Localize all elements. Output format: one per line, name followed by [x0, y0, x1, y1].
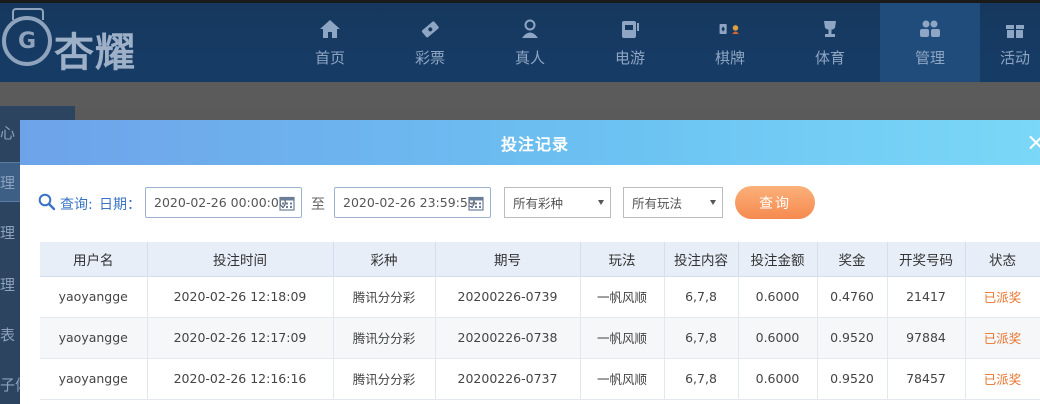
lottery-type-select[interactable]: 所有彩种 — [504, 187, 611, 218]
calendar-icon[interactable] — [468, 195, 484, 211]
bet-records-table: 用户名 投注时间 彩种 期号 玩法 投注内容 投注金额 奖金 开奖号码 状态 y… — [40, 242, 1040, 400]
gift-icon — [1004, 18, 1026, 40]
cell-bet-time: 2020-02-26 12:16:16 — [147, 358, 334, 400]
cell-draw-number: 21417 — [887, 276, 966, 318]
cell-issue: 20200226-0738 — [435, 317, 581, 359]
nav-label: 活动 — [999, 48, 1030, 67]
home-icon — [319, 18, 341, 40]
nav-label: 首页 — [314, 48, 345, 67]
main-nav: 首页 彩票 真人 电游 棋牌 体育 管理 活动 — [280, 3, 1040, 82]
cell-bet-time: 2020-02-26 12:17:09 — [147, 317, 334, 359]
cards-icon — [719, 18, 741, 40]
modal-header: 投注记录 × — [20, 120, 1040, 165]
column-header[interactable]: 投注时间 — [147, 242, 334, 277]
logo-emblem: G — [2, 16, 52, 66]
nav-item-lottery[interactable]: 彩票 — [380, 3, 480, 82]
close-icon[interactable]: × — [1022, 128, 1040, 156]
start-date-value: 2020-02-26 00:00:00 — [154, 195, 287, 210]
cell-content: 6,7,8 — [664, 317, 739, 359]
status-badge: 已派奖 — [965, 317, 1040, 359]
nav-item-live[interactable]: 真人 — [480, 3, 580, 82]
status-badge: 已派奖 — [965, 358, 1040, 400]
to-label: 至 — [311, 197, 325, 213]
cell-prize: 0.9520 — [817, 358, 888, 400]
play-type-value: 所有玩法 — [632, 196, 683, 211]
column-header[interactable]: 投注内容 — [664, 242, 739, 277]
dealer-icon — [519, 18, 541, 40]
column-header[interactable]: 期号 — [435, 242, 581, 277]
table-header-row: 用户名 投注时间 彩种 期号 玩法 投注内容 投注金额 奖金 开奖号码 状态 — [40, 242, 1040, 277]
nav-item-promotions[interactable]: 活动 — [980, 3, 1040, 82]
status-badge: 已派奖 — [965, 276, 1040, 318]
column-header[interactable]: 用户名 — [40, 242, 148, 277]
cell-play: 一帆风顺 — [580, 317, 665, 359]
cell-issue: 20200226-0739 — [435, 276, 581, 318]
trophy-icon — [819, 18, 841, 40]
cell-lottery: 腾讯分分彩 — [333, 317, 436, 359]
cell-issue: 20200226-0737 — [435, 358, 581, 400]
cell-amount: 0.6000 — [738, 276, 818, 318]
cell-username: yaoyangge — [40, 317, 148, 359]
top-header: G 杏耀 首页 彩票 真人 电游 棋牌 体育 管理 活动 — [0, 0, 1040, 82]
calendar-icon[interactable] — [279, 195, 295, 211]
users-icon — [919, 18, 941, 40]
modal-title: 投注记录 — [500, 134, 569, 154]
cell-username: yaoyangge — [40, 358, 148, 400]
column-header[interactable]: 开奖号码 — [887, 242, 966, 277]
cell-content: 6,7,8 — [664, 358, 739, 400]
column-header[interactable]: 玩法 — [580, 242, 665, 277]
slot-machine-icon — [619, 18, 641, 40]
nav-label: 电游 — [614, 48, 645, 67]
column-header[interactable]: 奖金 — [817, 242, 888, 277]
bet-record-modal: 投注记录 × 查询: 日期： 2020-02-26 00:00:00 至 202… — [20, 120, 1040, 404]
cell-play: 一帆风顺 — [580, 358, 665, 400]
nav-item-home[interactable]: 首页 — [280, 3, 380, 82]
nav-label: 真人 — [514, 48, 545, 67]
cell-play: 一帆风顺 — [580, 276, 665, 318]
date-label: 日期： — [99, 197, 141, 213]
nav-label: 体育 — [814, 48, 845, 67]
nav-label: 管理 — [914, 48, 945, 67]
nav-item-sports[interactable]: 体育 — [780, 3, 880, 82]
filter-bar: 查询: 日期： 2020-02-26 00:00:00 至 2020-02-26… — [20, 165, 1040, 237]
cell-prize: 0.4760 — [817, 276, 888, 318]
table-row[interactable]: yaoyangge 2020-02-26 12:17:09 腾讯分分彩 2020… — [40, 317, 1040, 359]
cell-bet-time: 2020-02-26 12:18:09 — [147, 276, 334, 318]
cell-prize: 0.9520 — [817, 317, 888, 359]
column-header[interactable]: 彩种 — [333, 242, 436, 277]
cell-draw-number: 78457 — [887, 358, 966, 400]
chevron-down-icon — [598, 200, 604, 205]
site-logo[interactable]: G 杏耀 — [2, 8, 152, 78]
cell-content: 6,7,8 — [664, 276, 739, 318]
nav-item-chess-cards[interactable]: 棋牌 — [680, 3, 780, 82]
query-label: 查询: — [60, 197, 93, 213]
nav-label: 棋牌 — [714, 48, 745, 67]
logo-text: 杏耀 — [54, 30, 136, 76]
query-button[interactable]: 查询 — [735, 186, 815, 219]
ticket-icon — [419, 18, 441, 40]
cell-lottery: 腾讯分分彩 — [333, 358, 436, 400]
cell-amount: 0.6000 — [738, 358, 818, 400]
cell-amount: 0.6000 — [738, 317, 818, 359]
table-row[interactable]: yaoyangge 2020-02-26 12:16:16 腾讯分分彩 2020… — [40, 358, 1040, 400]
end-date-value: 2020-02-26 23:59:59 — [343, 195, 476, 210]
cell-draw-number: 97884 — [887, 317, 966, 359]
end-date-input[interactable]: 2020-02-26 23:59:59 — [334, 187, 491, 218]
column-header[interactable]: 状态 — [965, 242, 1040, 277]
search-icon — [38, 193, 56, 211]
cell-username: yaoyangge — [40, 276, 148, 318]
chevron-down-icon — [710, 200, 716, 205]
table-row[interactable]: yaoyangge 2020-02-26 12:18:09 腾讯分分彩 2020… — [40, 276, 1040, 318]
play-type-select[interactable]: 所有玩法 — [623, 187, 723, 218]
nav-label: 彩票 — [414, 48, 445, 67]
start-date-input[interactable]: 2020-02-26 00:00:00 — [145, 187, 302, 218]
nav-item-manage[interactable]: 管理 — [880, 3, 980, 82]
nav-item-slots[interactable]: 电游 — [580, 3, 680, 82]
cell-lottery: 腾讯分分彩 — [333, 276, 436, 318]
column-header[interactable]: 投注金额 — [738, 242, 818, 277]
lottery-type-value: 所有彩种 — [513, 196, 564, 211]
